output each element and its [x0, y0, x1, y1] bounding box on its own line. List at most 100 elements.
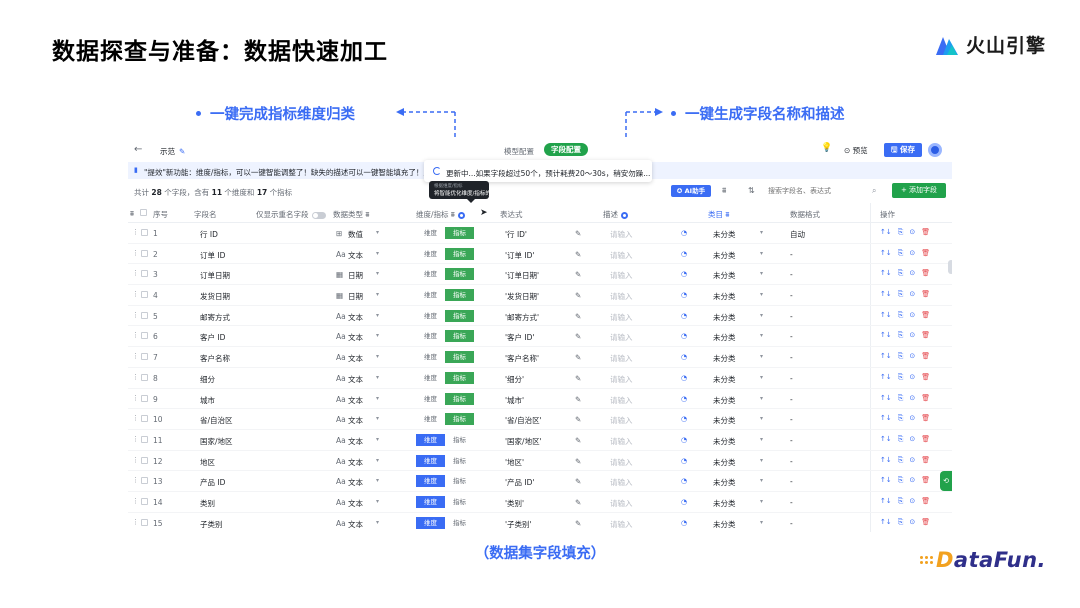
role-metric-option[interactable]: 指标 — [445, 227, 474, 239]
copy-icon[interactable]: ⎘ — [898, 373, 904, 382]
chevron-down-icon[interactable]: ▾ — [760, 270, 763, 277]
chevron-down-icon[interactable]: ▾ — [760, 250, 763, 257]
role-switch[interactable]: 维度 指标 — [416, 247, 474, 260]
ai-helper-button[interactable]: ✪ AI助手 — [671, 185, 711, 197]
role-filter-icon[interactable]: ⩩ — [451, 210, 455, 219]
edit-expression-icon[interactable]: ✎ — [575, 229, 581, 238]
category-icon[interactable]: ◔ — [681, 270, 687, 278]
category-icon[interactable]: ◔ — [681, 415, 687, 423]
edit-expression-icon[interactable]: ✎ — [575, 353, 581, 362]
chevron-down-icon[interactable]: ▾ — [760, 312, 763, 319]
role-dimension-option[interactable]: 维度 — [416, 372, 445, 384]
role-dimension-option[interactable]: 维度 — [416, 516, 445, 529]
move-icon[interactable]: ↑↓ — [880, 290, 892, 299]
row-checkbox[interactable] — [141, 497, 148, 505]
chevron-down-icon[interactable]: ▾ — [760, 436, 763, 443]
visibility-eye-icon[interactable]: ⊙ — [909, 311, 915, 320]
delete-icon[interactable]: 🗑 — [921, 269, 930, 278]
category-icon[interactable]: ◔ — [681, 312, 687, 320]
role-switch[interactable]: 维度 指标 — [416, 495, 474, 508]
data-format[interactable]: - — [790, 457, 793, 466]
role-switch[interactable]: 维度 指标 — [416, 413, 474, 426]
category-select[interactable]: 未分类 — [713, 395, 736, 406]
description-input[interactable]: 请输入 — [610, 353, 633, 364]
category-select[interactable]: 未分类 — [713, 374, 736, 385]
move-icon[interactable]: ↑↓ — [880, 414, 892, 423]
data-type-select[interactable]: 日期 — [348, 270, 363, 281]
visibility-eye-icon[interactable]: ⊙ — [909, 435, 915, 444]
role-dimension-option[interactable]: 维度 — [416, 268, 445, 280]
edit-expression-icon[interactable]: ✎ — [575, 395, 581, 404]
role-switch[interactable]: 维度 指标 — [416, 475, 474, 488]
category-select[interactable]: 未分类 — [713, 229, 736, 240]
copy-icon[interactable]: ⎘ — [898, 518, 904, 527]
visibility-eye-icon[interactable]: ⊙ — [909, 373, 915, 382]
data-type-select[interactable]: 文本 — [348, 519, 363, 530]
move-icon[interactable]: ↑↓ — [880, 269, 892, 278]
edit-expression-icon[interactable]: ✎ — [575, 436, 581, 445]
tab-model-config[interactable]: 模型配置 — [504, 146, 534, 157]
drag-handle-icon[interactable]: ⋮ — [132, 269, 139, 277]
data-type-select[interactable]: 文本 — [348, 374, 363, 385]
category-select[interactable]: 未分类 — [713, 291, 736, 302]
delete-icon[interactable]: 🗑 — [921, 311, 930, 320]
category-select[interactable]: 未分类 — [713, 498, 736, 509]
chevron-down-icon[interactable]: ▾ — [760, 519, 763, 526]
copy-icon[interactable]: ⎘ — [898, 352, 904, 361]
role-metric-option[interactable]: 指标 — [445, 247, 474, 260]
description-input[interactable]: 请输入 — [610, 291, 633, 302]
move-icon[interactable]: ↑↓ — [880, 476, 892, 485]
data-type-select[interactable]: 数值 — [348, 229, 363, 240]
field-search-input[interactable] — [768, 184, 882, 198]
chevron-down-icon[interactable]: ▾ — [376, 312, 379, 319]
edit-expression-icon[interactable]: ✎ — [575, 332, 581, 341]
delete-icon[interactable]: 🗑 — [921, 352, 930, 361]
move-icon[interactable]: ↑↓ — [880, 456, 892, 465]
category-icon[interactable]: ◔ — [681, 436, 687, 444]
data-type-select[interactable]: 文本 — [348, 312, 363, 323]
edit-expression-icon[interactable]: ✎ — [575, 250, 581, 259]
chevron-down-icon[interactable]: ▾ — [376, 374, 379, 381]
chevron-down-icon[interactable]: ▾ — [760, 477, 763, 484]
role-switch[interactable]: 维度 指标 — [416, 268, 474, 281]
data-format[interactable]: - — [790, 353, 793, 362]
role-switch[interactable]: 维度 指标 — [416, 516, 474, 529]
data-type-select[interactable]: 文本 — [348, 353, 363, 364]
move-icon[interactable]: ↑↓ — [880, 249, 892, 258]
row-checkbox[interactable] — [141, 415, 148, 423]
edit-expression-icon[interactable]: ✎ — [575, 312, 581, 321]
category-icon[interactable]: ◔ — [681, 477, 687, 485]
move-icon[interactable]: ↑↓ — [880, 311, 892, 320]
filter-icon[interactable]: ⩩ — [722, 186, 726, 196]
role-switch[interactable]: 维度 指标 — [416, 330, 474, 343]
role-metric-option[interactable]: 指标 — [445, 434, 474, 446]
category-select[interactable]: 未分类 — [713, 332, 736, 343]
visibility-eye-icon[interactable]: ⊙ — [909, 352, 915, 361]
chevron-down-icon[interactable]: ▾ — [376, 436, 379, 443]
move-icon[interactable]: ↑↓ — [880, 228, 892, 237]
description-input[interactable]: 请输入 — [610, 229, 633, 240]
copy-icon[interactable]: ⎘ — [898, 311, 904, 320]
role-dimension-option[interactable]: 维度 — [416, 227, 445, 239]
assistant-avatar-icon[interactable] — [928, 143, 942, 157]
category-icon[interactable]: ◔ — [681, 519, 687, 527]
visibility-eye-icon[interactable]: ⊙ — [909, 518, 915, 527]
category-icon[interactable]: ◔ — [681, 395, 687, 403]
edit-expression-icon[interactable]: ✎ — [575, 415, 581, 424]
visibility-eye-icon[interactable]: ⊙ — [909, 497, 915, 506]
copy-icon[interactable]: ⎘ — [898, 269, 904, 278]
visibility-eye-icon[interactable]: ⊙ — [909, 290, 915, 299]
chevron-down-icon[interactable]: ▾ — [760, 498, 763, 505]
drag-handle-icon[interactable]: ⋮ — [132, 249, 139, 257]
category-select[interactable]: 未分类 — [713, 519, 736, 530]
category-icon[interactable]: ◔ — [681, 291, 687, 299]
data-type-filter-icon[interactable]: ⩩ — [365, 210, 369, 219]
category-icon[interactable]: ◔ — [681, 374, 687, 382]
drag-handle-icon[interactable]: ⋮ — [132, 394, 139, 402]
move-icon[interactable]: ↑↓ — [880, 331, 892, 340]
visibility-eye-icon[interactable]: ⊙ — [909, 456, 915, 465]
role-switch[interactable]: 维度 指标 — [416, 289, 474, 302]
drag-handle-icon[interactable]: ⋮ — [132, 414, 139, 422]
description-input[interactable]: 请输入 — [610, 250, 633, 261]
role-switch[interactable]: 维度 指标 — [416, 309, 474, 322]
